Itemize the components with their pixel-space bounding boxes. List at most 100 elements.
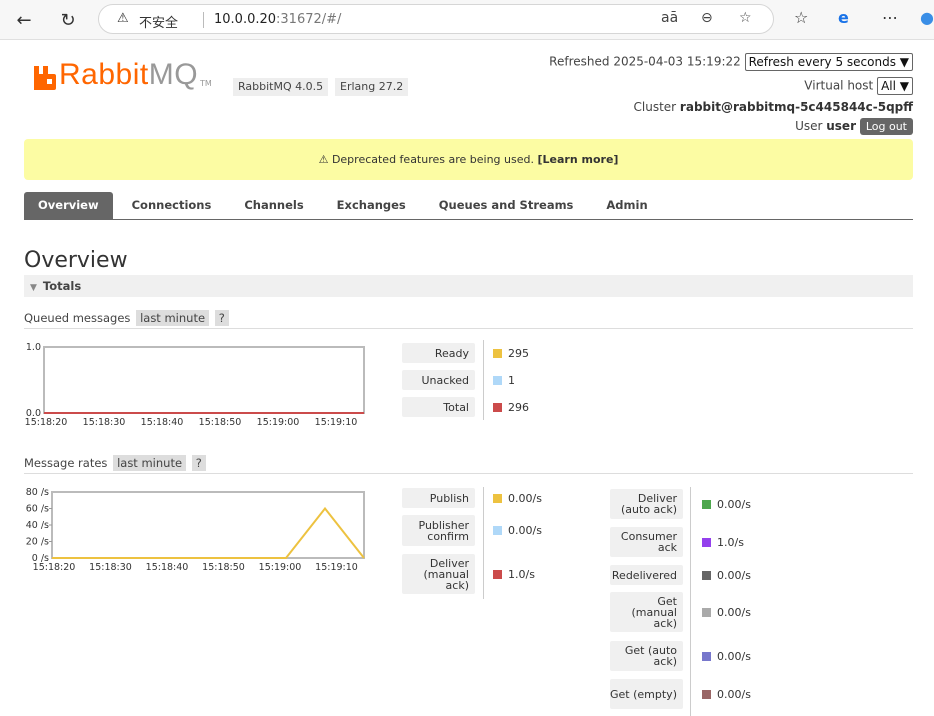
- legend-swatch[interactable]: [493, 493, 502, 503]
- warning-icon: ⚠: [117, 11, 129, 26]
- tab-channels[interactable]: Channels: [230, 192, 317, 219]
- vhost-row: Virtual host All ▼: [804, 77, 913, 95]
- x-tick-label: 15:18:50: [199, 417, 242, 428]
- rate-redelivered-label: Redelivered: [610, 565, 683, 585]
- x-tick-label: 15:18:30: [89, 562, 132, 573]
- address-divider: [203, 12, 204, 28]
- totals-section-toggle[interactable]: ▼ Totals: [24, 275, 913, 297]
- deprecated-features-banner: ⚠ Deprecated features are being used. [L…: [24, 139, 913, 180]
- read-aloud-icon[interactable]: aā: [661, 10, 678, 26]
- x-tick-label: 15:18:40: [141, 417, 184, 428]
- message-rates-heading: Message rates last minute ?: [24, 455, 913, 474]
- banner-text: Deprecated features are being used.: [331, 153, 534, 166]
- rates-chart-svg: 80 /s60 /s40 /s20 /s0 /s15:18:20 15:18:30…: [26, 487, 365, 573]
- rates-help-button[interactable]: ?: [191, 455, 206, 471]
- url-text: 10.0.0.20:31672/#/: [214, 12, 342, 27]
- queued-ready-label: Ready: [402, 343, 475, 363]
- queued-messages-chart: 1.0 0.0 15:18:20 15:18:30 15:18:40 15:18:50 15…: [24, 340, 369, 433]
- x-tick-label: 15:18:20: [25, 417, 68, 428]
- tab-admin[interactable]: Admin: [592, 192, 661, 219]
- y-tick-label: 60 /s: [26, 504, 49, 515]
- legend-swatch[interactable]: [493, 526, 502, 535]
- favorites-icon[interactable]: ☆: [794, 8, 808, 27]
- legend-swatch[interactable]: [702, 570, 711, 580]
- legend-swatch[interactable]: [702, 499, 711, 509]
- tab-connections[interactable]: Connections: [118, 192, 226, 219]
- tab-exchanges[interactable]: Exchanges: [323, 192, 420, 219]
- rate-deliver-auto-ack-label: Deliver (auto ack): [610, 489, 683, 519]
- tab-queues-and-streams[interactable]: Queues and Streams: [425, 192, 588, 219]
- rabbitmq-logo[interactable]: RabbitMQ TM: [34, 60, 212, 90]
- queued-help-button[interactable]: ?: [214, 310, 229, 326]
- logo-text: RabbitMQ: [59, 58, 199, 91]
- chart-plot-area: [51, 491, 365, 559]
- legend-swatch[interactable]: [493, 569, 502, 579]
- learn-more-link[interactable]: [Learn more]: [538, 153, 619, 166]
- copilot-icon[interactable]: ●: [920, 8, 934, 27]
- legend-swatch[interactable]: [702, 651, 711, 661]
- x-tick-label: 15:19:00: [257, 417, 300, 428]
- legend-swatch[interactable]: [702, 689, 711, 699]
- x-tick-label: 15:19:10: [315, 417, 358, 428]
- vhost-select[interactable]: All ▼: [877, 77, 913, 95]
- zoom-out-icon[interactable]: ⊖: [701, 10, 713, 26]
- rate-publish-label: Publish: [402, 488, 475, 508]
- rates-right-divider: [690, 487, 691, 716]
- x-tick-label: 15:18:20: [33, 562, 76, 573]
- rate-get-empty-value: 0.00/s: [702, 679, 751, 709]
- legend-swatch[interactable]: [493, 375, 502, 385]
- y-tick-label: 20 /s: [26, 537, 49, 548]
- x-tick-label: 15:18:50: [202, 562, 245, 573]
- user-row: User user Log out: [795, 118, 913, 135]
- rates-range-selector[interactable]: last minute: [113, 455, 187, 471]
- y-tick-label: 1.0: [26, 342, 41, 353]
- rate-deliver-auto-ack-value: 0.00/s: [702, 489, 751, 519]
- tab-overview[interactable]: Overview: [24, 192, 113, 219]
- queued-stats-divider: [483, 340, 484, 420]
- rabbitmq-version: RabbitMQ 4.0.5: [233, 78, 329, 96]
- y-tick-label: 40 /s: [26, 520, 49, 531]
- main-tabs: Overview Connections Channels Exchanges …: [24, 192, 913, 220]
- rate-get-manual-ack-label: Get (manual ack): [610, 592, 683, 632]
- rate-deliver-manual-ack-label: Deliver (manual ack): [402, 554, 475, 594]
- erlang-version: Erlang 27.2: [335, 78, 409, 96]
- legend-swatch[interactable]: [702, 537, 711, 547]
- legend-swatch[interactable]: [493, 348, 502, 358]
- queued-total-value: 296: [493, 397, 529, 417]
- rate-publisher-confirm-value: 0.00/s: [493, 515, 542, 546]
- address-bar[interactable]: ⚠ 不安全 10.0.0.20:31672/#/ aā ⊖ ☆: [98, 4, 774, 34]
- x-tick-label: 15:18:30: [83, 417, 126, 428]
- queued-chart-svg: 1.00.015:18:20 15:18:30 15:18:40 15:18:50 15…: [25, 342, 365, 428]
- y-tick-label: 80 /s: [26, 487, 49, 498]
- logout-button[interactable]: Log out: [859, 118, 913, 135]
- user-name: user: [826, 119, 856, 133]
- insecure-label: 不安全: [139, 16, 179, 31]
- favorite-star-icon[interactable]: ☆: [739, 10, 752, 26]
- x-tick-label: 15:19:10: [315, 562, 358, 573]
- rate-get-auto-ack-value: 0.00/s: [702, 641, 751, 671]
- reload-icon[interactable]: ↻: [56, 8, 80, 32]
- rate-deliver-manual-ack-value: 1.0/s: [493, 554, 535, 594]
- rates-left-divider: [483, 487, 484, 599]
- back-icon[interactable]: ←: [12, 8, 36, 32]
- rate-redelivered-value: 0.00/s: [702, 565, 751, 585]
- rate-get-empty-label: Get (empty): [610, 679, 683, 709]
- refresh-interval-select[interactable]: Refresh every 5 seconds ▼: [744, 53, 913, 71]
- queued-range-selector[interactable]: last minute: [136, 310, 210, 326]
- legend-swatch[interactable]: [702, 607, 711, 617]
- queued-ready-value: 295: [493, 343, 529, 363]
- legend-swatch[interactable]: [493, 402, 502, 412]
- collapse-triangle-icon: ▼: [30, 283, 37, 293]
- queued-unacked-value: 1: [493, 370, 515, 390]
- rate-publish-value: 0.00/s: [493, 488, 542, 508]
- rate-get-manual-ack-value: 0.00/s: [702, 592, 751, 632]
- rate-consumer-ack-label: Consumer ack: [610, 527, 683, 557]
- more-menu-icon[interactable]: ⋯: [882, 8, 898, 27]
- cluster-row: Cluster rabbit@rabbitmq-5c445844c-5qpff: [633, 100, 914, 114]
- rate-publisher-confirm-label: Publisher confirm: [402, 515, 475, 546]
- queued-total-label: Total: [402, 397, 475, 417]
- x-tick-label: 15:19:00: [259, 562, 302, 573]
- refreshed-time: 2025-04-03 15:19:22: [613, 54, 741, 69]
- rabbitmq-mark-icon: [34, 66, 56, 90]
- edge-icon[interactable]: e: [838, 8, 849, 27]
